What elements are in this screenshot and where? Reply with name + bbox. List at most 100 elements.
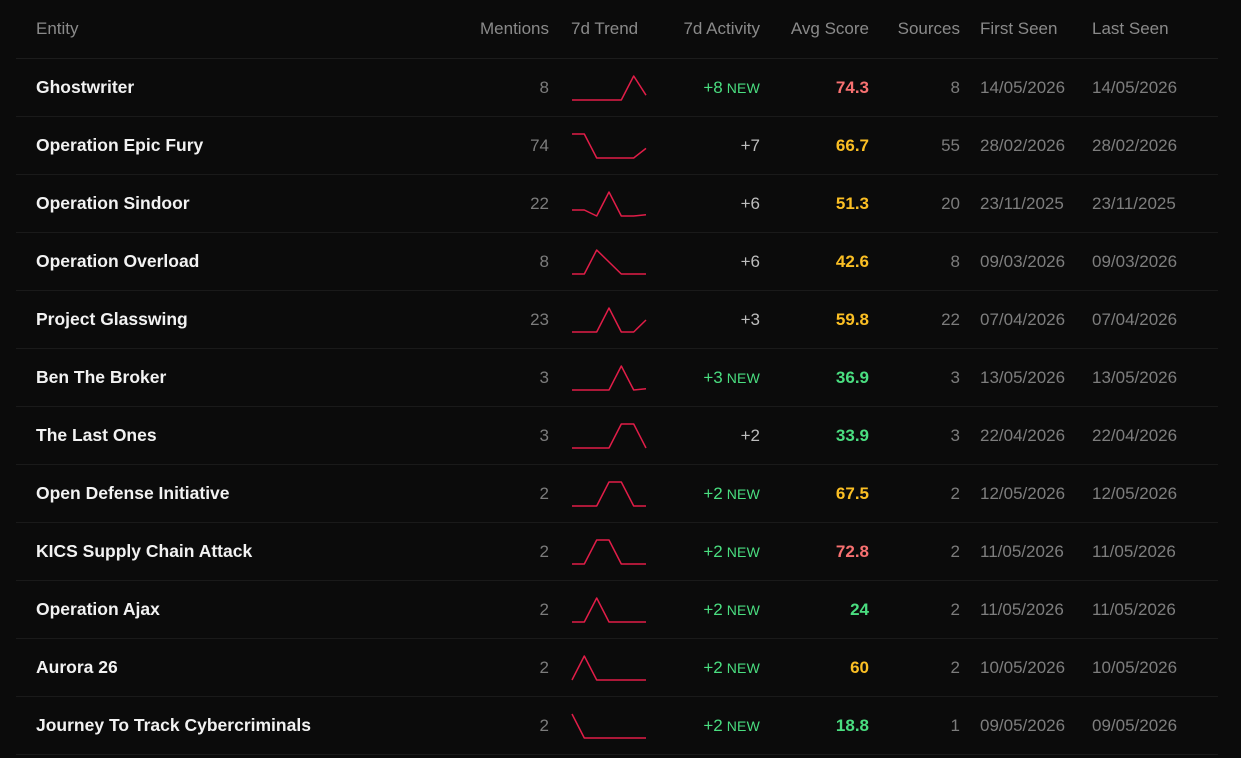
first-seen-date: 12/05/2026 (960, 464, 1068, 523)
last-seen-date: 28/02/2026 (1068, 116, 1218, 175)
mentions-count: 23 (469, 290, 549, 349)
mentions-count: 2 (469, 696, 549, 755)
table-row[interactable]: Operation Epic Fury 74 +7 66.7 55 28/02/2026 2… (16, 116, 1218, 175)
mentions-count: 22 (469, 174, 549, 233)
sparkline-chart (572, 364, 647, 391)
entity-name[interactable]: Operation Overload (16, 232, 469, 291)
sparkline-line (572, 596, 646, 623)
entity-name[interactable]: Aurora 26 (16, 638, 469, 697)
column-header-mentions[interactable]: Mentions (469, 0, 549, 59)
mentions-count: 3 (469, 348, 549, 407)
sparkline-chart (572, 132, 647, 159)
sparkline-chart (572, 596, 646, 623)
first-seen-date: 14/05/2026 (960, 58, 1068, 117)
sparkline-chart (572, 74, 647, 101)
sparkline-chart (572, 306, 647, 333)
first-seen-date: 09/05/2026 (960, 696, 1068, 755)
new-badge: NEW (726, 485, 760, 502)
entity-name[interactable]: KICS Supply Chain Attack (16, 522, 469, 581)
sparkline-line (572, 364, 647, 391)
activity-cell: +2 (646, 406, 760, 465)
column-header-last-seen[interactable]: Last Seen (1068, 0, 1218, 59)
entity-name[interactable]: Journey To Track Cybercriminals (16, 696, 469, 755)
table-row[interactable]: Open Defense Initiative 2 +2 NEW 67.5 2 12/05/… (16, 464, 1218, 523)
sparkline-chart (572, 480, 646, 507)
avg-score: 36.9 (760, 348, 869, 407)
entity-name[interactable]: Operation Ajax (16, 580, 469, 639)
table-row[interactable]: Aurora 26 2 +2 NEW 60 2 10/05/2026 10/05/2026 (16, 638, 1218, 697)
column-header-entity[interactable]: Entity (16, 0, 469, 59)
sources-count: 3 (869, 406, 960, 465)
activity-value: +7 (740, 135, 760, 155)
column-header-avg-score[interactable]: Avg Score (760, 0, 869, 59)
sparkline-line (572, 248, 646, 275)
mentions-count: 2 (469, 638, 549, 697)
avg-score: 33.9 (760, 406, 869, 465)
activity-value: +6 (740, 251, 760, 271)
entity-name[interactable]: Open Defense Initiative (16, 464, 469, 523)
activity-cell: +8 NEW (646, 58, 760, 117)
table-row[interactable]: Project Glasswing 23 +3 59.8 22 07/04/2026 07/… (16, 290, 1218, 349)
sources-count: 2 (869, 522, 960, 581)
table-row[interactable]: Operation Sindoor 22 +6 51.3 20 23/11/2025 23/… (16, 174, 1218, 233)
avg-score: 60 (760, 638, 869, 697)
avg-score: 74.3 (760, 58, 869, 117)
entity-name[interactable]: Operation Sindoor (16, 174, 469, 233)
sparkline-line (572, 538, 646, 565)
sources-count: 20 (869, 174, 960, 233)
last-seen-date: 22/04/2026 (1068, 406, 1218, 465)
sparkline-chart (571, 713, 646, 739)
avg-score: 18.8 (760, 696, 869, 755)
first-seen-date: 13/05/2026 (960, 348, 1068, 407)
sources-count: 8 (869, 58, 960, 117)
last-seen-date: 13/05/2026 (1068, 348, 1218, 407)
last-seen-date: 10/05/2026 (1068, 638, 1218, 697)
trend-sparkline (549, 58, 647, 117)
sources-count: 2 (869, 638, 960, 697)
first-seen-date: 11/05/2026 (960, 580, 1068, 639)
column-header-first-seen[interactable]: First Seen (960, 0, 1068, 59)
column-header-sources[interactable]: Sources (869, 0, 960, 59)
sparkline-line (571, 654, 646, 681)
mentions-count: 2 (469, 580, 549, 639)
last-seen-date: 23/11/2025 (1068, 174, 1218, 233)
activity-cell: +3 (646, 290, 760, 349)
trend-sparkline (549, 580, 646, 639)
column-header-activity[interactable]: 7d Activity (646, 0, 760, 59)
entity-name[interactable]: Ben The Broker (16, 348, 469, 407)
table-row[interactable]: The Last Ones 3 +2 33.9 3 22/04/2026 22/04/202… (16, 406, 1218, 465)
mentions-count: 8 (469, 232, 549, 291)
new-badge: NEW (726, 543, 760, 560)
first-seen-date: 11/05/2026 (960, 522, 1068, 581)
activity-value: +2 (703, 483, 723, 503)
sources-count: 22 (869, 290, 960, 349)
activity-cell: +6 (646, 232, 760, 291)
activity-value: +3 (703, 367, 723, 387)
table-row[interactable]: KICS Supply Chain Attack 2 +2 NEW 72.8 2 11/05… (16, 522, 1218, 581)
activity-cell: +3 NEW (646, 348, 760, 407)
sparkline-line (572, 422, 647, 449)
activity-value: +6 (740, 193, 760, 213)
entity-name[interactable]: Operation Epic Fury (16, 116, 469, 175)
activity-value: +2 (703, 715, 723, 735)
activity-value: +2 (703, 657, 723, 677)
entity-name[interactable]: The Last Ones (16, 406, 469, 465)
trend-sparkline (549, 348, 647, 407)
table-row[interactable]: Ben The Broker 3 +3 NEW 36.9 3 13/05/2026 13/05… (16, 348, 1218, 407)
activity-value: +2 (740, 425, 760, 445)
avg-score: 72.8 (760, 522, 869, 581)
table-row[interactable]: Ghostwriter 8 +8 NEW 74.3 8 14/05/2026 14/05/20… (16, 58, 1218, 117)
entity-name[interactable]: Project Glasswing (16, 290, 469, 349)
avg-score: 24 (760, 580, 869, 639)
activity-cell: +2 NEW (646, 580, 760, 639)
table-row[interactable]: Journey To Track Cybercriminals 2 +2 NEW 18.… (16, 696, 1218, 755)
table-row[interactable]: Operation Overload 8 +6 42.6 8 09/03/2026 09/0… (16, 232, 1218, 291)
sparkline-line (572, 306, 647, 333)
table-row[interactable]: Operation Ajax 2 +2 NEW 24 2 11/05/2026 11/05/2… (16, 580, 1218, 639)
column-header-trend[interactable]: 7d Trend (549, 0, 646, 59)
last-seen-date: 09/05/2026 (1068, 696, 1218, 755)
entity-name[interactable]: Ghostwriter (16, 58, 469, 117)
last-seen-date: 07/04/2026 (1068, 290, 1218, 349)
avg-score: 67.5 (760, 464, 869, 523)
avg-score: 42.6 (760, 232, 869, 291)
